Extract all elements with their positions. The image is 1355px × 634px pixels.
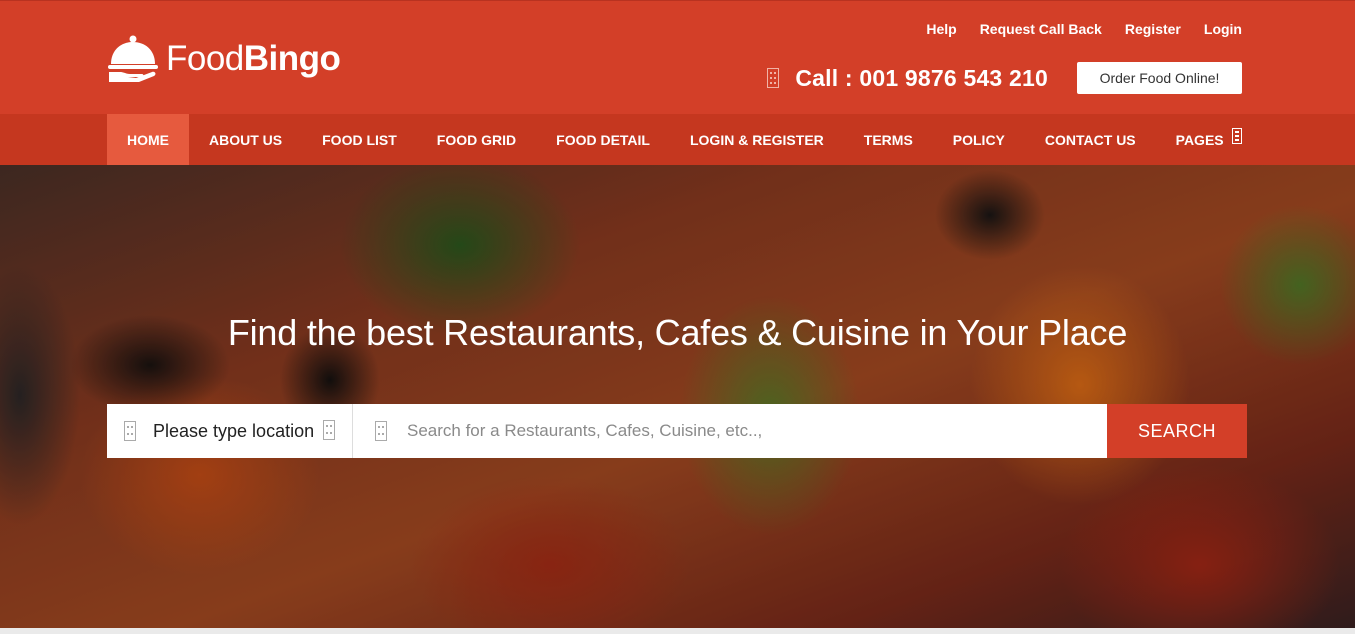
logo[interactable]: FoodBingo: [106, 34, 341, 82]
nav-item-pages-label: PAGES: [1175, 131, 1224, 148]
nav-item-terms[interactable]: TERMS: [844, 114, 933, 165]
nav-item-food-grid[interactable]: FOOD GRID: [417, 114, 536, 165]
call-number: Call : 001 9876 543 210: [795, 64, 1048, 91]
location-pin-icon: [124, 421, 136, 441]
nav-item-login-register[interactable]: LOGIN & REGISTER: [670, 114, 844, 165]
page-content-edge: [0, 628, 1355, 634]
locate-me-icon[interactable]: [323, 420, 335, 440]
main-nav: HOME ABOUT US FOOD LIST FOOD GRID FOOD D…: [0, 114, 1355, 165]
hero-title: Find the best Restaurants, Cafes & Cuisi…: [227, 312, 1128, 353]
location-field[interactable]: Please type location: [107, 404, 353, 458]
nav-item-policy[interactable]: POLICY: [933, 114, 1025, 165]
search-icon: [375, 421, 387, 441]
nav-item-pages[interactable]: PAGES: [1156, 114, 1262, 165]
header: FoodBingo Help Request Call Back Registe…: [0, 0, 1355, 114]
help-link[interactable]: Help: [926, 21, 956, 37]
search-field: [353, 404, 1107, 458]
location-value: Please type location: [153, 420, 315, 441]
search-input[interactable]: [407, 421, 1087, 441]
login-link[interactable]: Login: [1204, 21, 1242, 37]
brand-name-light: Food: [166, 38, 244, 78]
search-button[interactable]: SEARCH: [1107, 404, 1247, 458]
nav-item-about-us[interactable]: ABOUT US: [189, 114, 302, 165]
brand-name-bold: Bingo: [243, 38, 341, 78]
register-link[interactable]: Register: [1125, 21, 1181, 37]
order-food-online-button[interactable]: Order Food Online!: [1077, 62, 1242, 94]
brand-name: FoodBingo: [166, 38, 341, 78]
nav-item-contact-us[interactable]: CONTACT US: [1025, 114, 1156, 165]
request-call-back-link[interactable]: Request Call Back: [980, 21, 1102, 37]
hero-banner: Find the best Restaurants, Cafes & Cuisi…: [0, 165, 1355, 628]
nav-item-food-list[interactable]: FOOD LIST: [302, 114, 417, 165]
chevron-down-icon: [1231, 127, 1242, 144]
cloche-icon: [108, 35, 158, 82]
search-bar: Please type location SEARCH: [107, 404, 1247, 458]
nav-item-home[interactable]: HOME: [107, 114, 189, 165]
top-links: Help Request Call Back Register Login: [926, 21, 1242, 37]
mobile-phone-icon: [767, 68, 780, 88]
nav-item-food-detail[interactable]: FOOD DETAIL: [536, 114, 670, 165]
call-row: Call : 001 9876 543 210 Order Food Onlin…: [767, 62, 1242, 94]
